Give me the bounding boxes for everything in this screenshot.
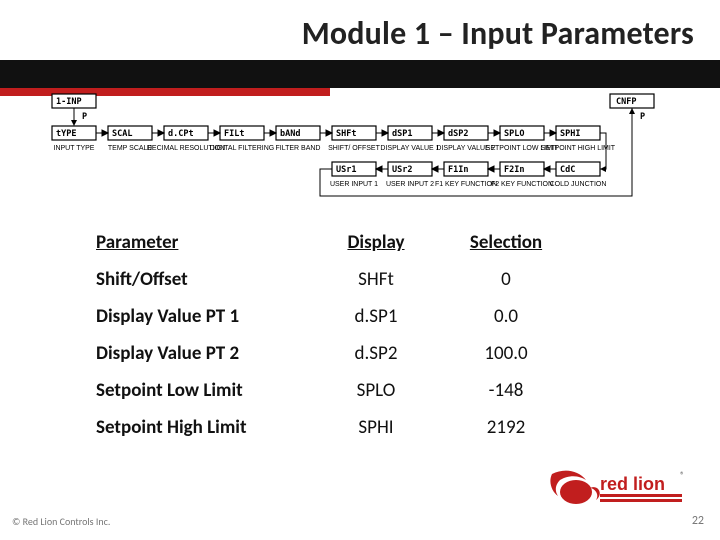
redlion-logo: red lion ® (546, 470, 686, 514)
table-row: Display Value PT 2 d.SP2 100.0 (96, 335, 576, 372)
diag-entry: 1-INP (56, 97, 82, 107)
svg-text:INPUT TYPE: INPUT TYPE (54, 145, 95, 152)
svg-text:F2In: F2In (504, 165, 524, 175)
title-block: Module 1 – Input Parameters (0, 0, 720, 88)
th-display: Display (316, 224, 446, 261)
svg-text:FILt: FILt (224, 129, 244, 139)
svg-text:USER INPUT 2: USER INPUT 2 (386, 181, 434, 188)
svg-text:DISPLAY VALUE 1: DISPLAY VALUE 1 (380, 145, 439, 152)
svg-text:F1In: F1In (448, 165, 468, 175)
header-blackbar (0, 60, 720, 88)
svg-text:F1 KEY FUNCTION: F1 KEY FUNCTION (435, 181, 497, 188)
svg-text:dSP2: dSP2 (448, 129, 468, 139)
svg-text:CdC: CdC (560, 165, 575, 175)
svg-text:SPLO: SPLO (504, 129, 524, 139)
copyright-footer: © Red Lion Controls Inc. (12, 515, 110, 528)
table-row: Setpoint Low Limit SPLO -148 (96, 372, 576, 409)
svg-text:USER INPUT 1: USER INPUT 1 (330, 181, 378, 188)
table-row: Shift/Offset SHFt 0 (96, 261, 576, 298)
svg-text:COLD JUNCTION: COLD JUNCTION (550, 181, 607, 188)
svg-text:SHFt: SHFt (336, 129, 356, 139)
page-number: 22 (692, 514, 704, 528)
flow-diagram: 1-INP P CNFP P tYPE INPUT TYPE SCAL (50, 92, 664, 200)
svg-text:USr1: USr1 (336, 165, 356, 175)
svg-text:d.CPt: d.CPt (168, 129, 194, 139)
diag-row1: tYPE INPUT TYPE SCAL TEMP SCALE d.CPt DE… (52, 126, 616, 152)
page-title: Module 1 – Input Parameters (0, 0, 720, 63)
diag-exit: CNFP (616, 97, 636, 107)
parameter-table: Parameter Display Selection Shift/Offset… (96, 224, 576, 446)
svg-text:FILTER BAND: FILTER BAND (276, 145, 321, 152)
th-parameter: Parameter (96, 224, 316, 261)
svg-text:red lion: red lion (600, 474, 665, 494)
svg-text:SHIFT/ OFFSET: SHIFT/ OFFSET (328, 145, 380, 152)
table-row: Display Value PT 1 d.SP1 0.0 (96, 298, 576, 335)
svg-text:DIGITAL FILTERING: DIGITAL FILTERING (210, 145, 274, 152)
svg-text:USr2: USr2 (392, 165, 412, 175)
svg-text:dSP1: dSP1 (392, 129, 412, 139)
svg-text:SCAL: SCAL (112, 129, 132, 139)
svg-text:tYPE: tYPE (56, 129, 76, 139)
table-row: Setpoint High Limit SPHI 2192 (96, 409, 576, 446)
svg-text:SPHI: SPHI (560, 129, 580, 139)
svg-text:F2 KEY FUNCTION: F2 KEY FUNCTION (491, 181, 553, 188)
svg-text:SETPOINT HIGH LIMIT: SETPOINT HIGH LIMIT (541, 145, 616, 152)
slide: Module 1 – Input Parameters 1-INP P CNFP… (0, 0, 720, 540)
svg-text:TEMP SCALE: TEMP SCALE (108, 145, 153, 152)
th-selection: Selection (446, 224, 576, 261)
svg-text:bANd: bANd (280, 129, 300, 139)
svg-text:®: ® (680, 470, 685, 481)
diag-row2: USr1 USER INPUT 1 USr2 USER INPUT 2 F1In… (330, 162, 606, 188)
diag-exit-p: P (640, 112, 645, 122)
diag-entry-p: P (82, 112, 87, 122)
